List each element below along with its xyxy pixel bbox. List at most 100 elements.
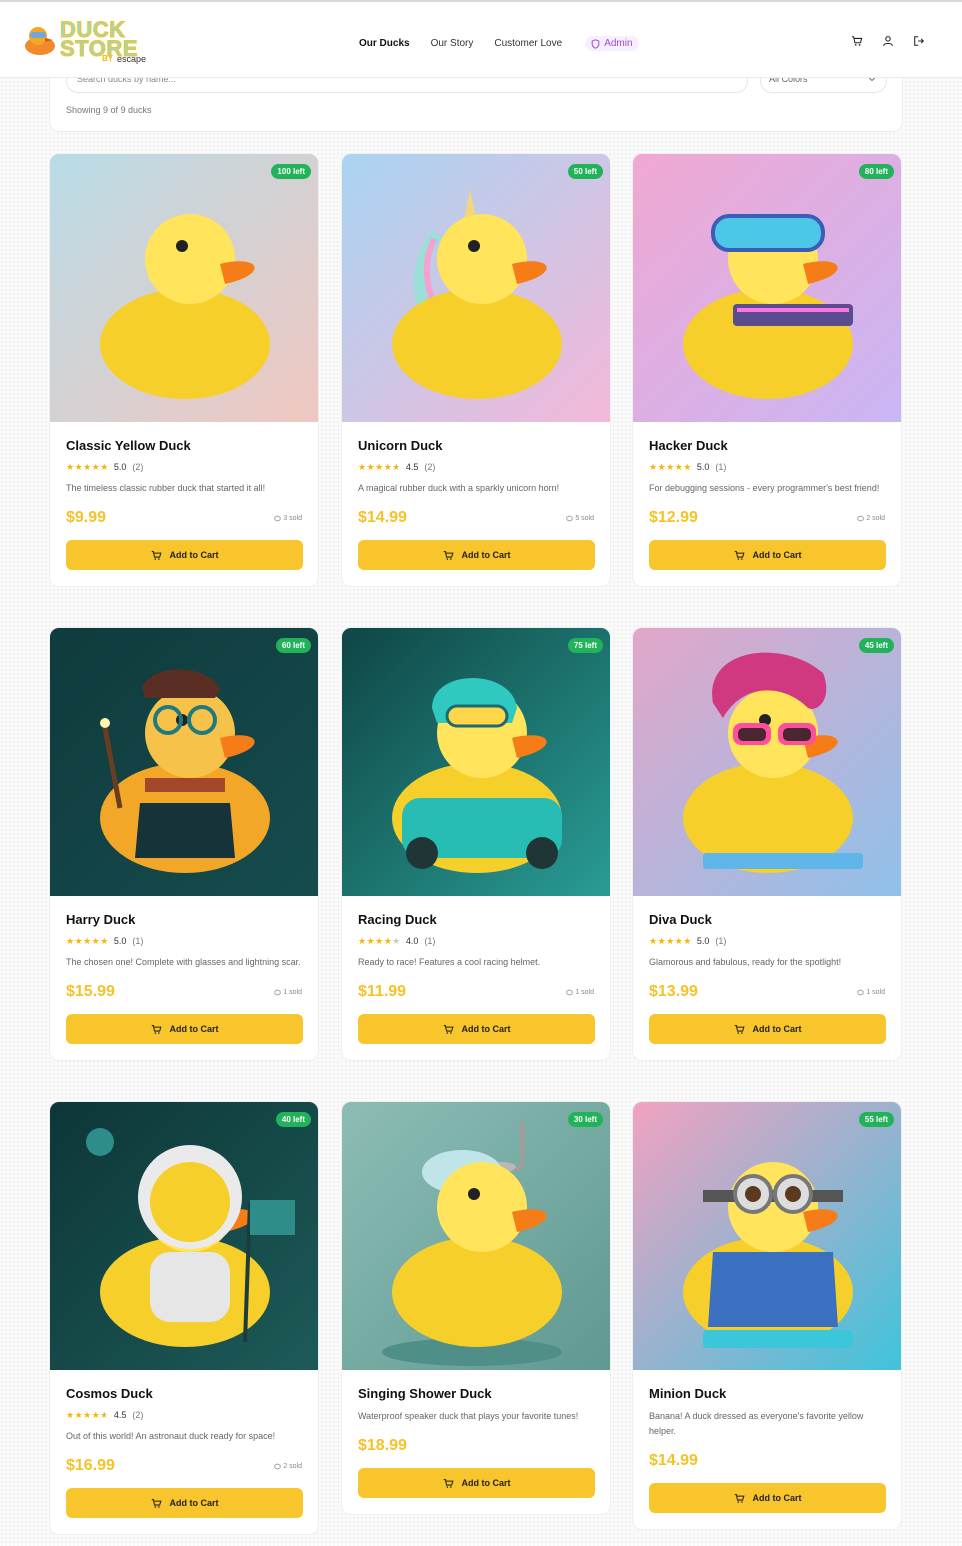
rating-value: 4.5 — [113, 1410, 127, 1420]
price-row: $12.99 2 sold — [649, 508, 885, 528]
nav-admin[interactable]: Admin — [585, 36, 639, 51]
add-to-cart-button[interactable]: Add to Cart — [649, 1014, 886, 1044]
product-info: Unicorn Duck ★★★★★★ 4.5 (2) A magical rubber… — [342, 422, 610, 586]
product-image[interactable]: 100 left — [50, 154, 318, 422]
logo-by-label: BY — [102, 54, 114, 63]
product-rating: ★★★★★ 4.0 (1) — [358, 935, 594, 947]
add-to-cart-label: Add to Cart — [752, 1024, 802, 1034]
rating-value: 5.0 — [696, 462, 710, 472]
sold-count: 5 sold — [566, 515, 594, 522]
star-rating-icon: ★★★★★ — [649, 935, 692, 946]
product-info: Singing Shower Duck Waterproof speaker du… — [342, 1370, 610, 1514]
product-image[interactable]: 50 left — [342, 154, 610, 422]
box-icon — [857, 988, 864, 996]
add-to-cart-button[interactable]: Add to Cart — [66, 1014, 303, 1044]
add-to-cart-button[interactable]: Add to Cart — [358, 540, 595, 570]
cart-icon — [734, 550, 745, 560]
rating-value: 5.0 — [113, 936, 127, 946]
rating-value: 4.5 — [405, 462, 419, 472]
price-row: $14.99 5 sold — [358, 508, 594, 528]
product-image[interactable]: 40 left — [50, 1102, 318, 1370]
logout-icon[interactable] — [912, 34, 926, 48]
nav-our-story[interactable]: Our Story — [431, 38, 474, 49]
product-price: $14.99 — [358, 509, 407, 526]
star-rating-icon: ★★★★★ — [66, 461, 109, 472]
product-name[interactable]: Harry Duck — [66, 912, 302, 927]
add-to-cart-button[interactable]: Add to Cart — [649, 540, 886, 570]
price-row: $14.99 — [649, 1451, 885, 1471]
cart-icon — [734, 1493, 745, 1503]
product-name[interactable]: Unicorn Duck — [358, 438, 594, 453]
add-to-cart-label: Add to Cart — [461, 1478, 511, 1488]
add-to-cart-button[interactable]: Add to Cart — [358, 1014, 595, 1044]
nav-admin-label: Admin — [604, 38, 633, 49]
stock-badge: 60 left — [275, 638, 311, 653]
review-count: (1) — [132, 936, 144, 946]
product-image[interactable]: 75 left — [342, 628, 610, 896]
box-icon — [566, 514, 573, 522]
duck-store-logo[interactable]: DUCK STORE BY escape — [22, 18, 162, 66]
product-price: $13.99 — [649, 983, 698, 1000]
product-image[interactable]: 45 left — [633, 628, 901, 896]
product-name[interactable]: Hacker Duck — [649, 438, 885, 453]
product-name[interactable]: Racing Duck — [358, 912, 594, 927]
star-rating-icon: ★★★★★★ — [66, 1409, 109, 1420]
product-info: Minion Duck Banana! A duck dressed as eve… — [633, 1370, 901, 1529]
sold-count: 3 sold — [274, 515, 302, 522]
product-name[interactable]: Classic Yellow Duck — [66, 438, 302, 453]
add-to-cart-button[interactable]: Add to Cart — [649, 1483, 886, 1513]
product-info: Harry Duck ★★★★★ 5.0 (1) The chosen one! Com… — [50, 896, 318, 1060]
product-name[interactable]: Cosmos Duck — [66, 1386, 302, 1401]
stock-badge: 75 left — [567, 638, 603, 653]
cart-icon — [151, 1024, 162, 1034]
product-card[interactable]: 80 left Hacker Duck ★★★★★ 5.0 (1) For debuggi… — [632, 153, 902, 587]
rating-value: 5.0 — [113, 462, 127, 472]
main-nav: Our Ducks Our Story Customer Love Admin — [359, 36, 639, 51]
product-name[interactable]: Diva Duck — [649, 912, 885, 927]
product-card[interactable]: 100 left Classic Yellow Duck ★★★★★ 5.0 (2) Th… — [49, 153, 319, 587]
add-to-cart-label: Add to Cart — [461, 1024, 511, 1034]
product-image[interactable]: 80 left — [633, 154, 901, 422]
cart-icon[interactable] — [850, 34, 864, 48]
cart-icon — [151, 550, 162, 560]
add-to-cart-button[interactable]: Add to Cart — [66, 540, 303, 570]
header-actions — [850, 34, 926, 48]
stock-badge: 50 left — [567, 164, 603, 179]
price-row: $13.99 1 sold — [649, 982, 885, 1002]
product-card[interactable]: 60 left Harry Duck ★★★★★ 5.0 (1) The chosen o… — [49, 627, 319, 1061]
product-info: Hacker Duck ★★★★★ 5.0 (1) For debugging sess… — [633, 422, 901, 586]
product-card[interactable]: 55 left Minion Duck Banana! A duck dressed… — [632, 1101, 902, 1530]
price-row: $15.99 1 sold — [66, 982, 302, 1002]
review-count: (2) — [132, 462, 144, 472]
product-description: Banana! A duck dressed as everyone's fav… — [649, 1411, 864, 1436]
add-to-cart-button[interactable]: Add to Cart — [358, 1468, 595, 1498]
product-card[interactable]: 45 left Diva Duck ★★★★★ 5.0 (1) Glamorous and… — [632, 627, 902, 1061]
stock-badge: 55 left — [858, 1112, 894, 1127]
product-name[interactable]: Singing Shower Duck — [358, 1386, 594, 1401]
product-name[interactable]: Minion Duck — [649, 1386, 885, 1401]
product-card[interactable]: 50 left Unicorn Duck ★★★★★★ 4.5 (2) A magical… — [341, 153, 611, 587]
review-count: (1) — [715, 936, 727, 946]
product-card[interactable]: 30 left Singing Shower Duck Waterproof spe… — [341, 1101, 611, 1515]
product-rating: ★★★★★★ 4.5 (2) — [66, 1409, 302, 1421]
product-card[interactable]: 40 left Cosmos Duck ★★★★★★ 4.5 (2) Out of thi… — [49, 1101, 319, 1535]
product-card[interactable]: 75 left Racing Duck ★★★★★ 4.0 (1) Ready to ra… — [341, 627, 611, 1061]
product-image[interactable]: 60 left — [50, 628, 318, 896]
product-price: $18.99 — [358, 1437, 407, 1454]
product-description: The chosen one! Complete with glasses an… — [66, 957, 301, 967]
rating-value: 4.0 — [405, 936, 419, 946]
add-to-cart-label: Add to Cart — [169, 550, 219, 560]
nav-our-ducks[interactable]: Our Ducks — [359, 38, 410, 49]
user-icon[interactable] — [881, 34, 895, 48]
product-price: $16.99 — [66, 1457, 115, 1474]
add-to-cart-button[interactable]: Add to Cart — [66, 1488, 303, 1518]
star-rating-icon: ★★★★★★ — [358, 461, 401, 472]
product-image[interactable]: 55 left — [633, 1102, 901, 1370]
nav-customer-love[interactable]: Customer Love — [494, 38, 562, 49]
rating-value: 5.0 — [696, 936, 710, 946]
sold-count: 1 sold — [857, 989, 885, 996]
product-image[interactable]: 30 left — [342, 1102, 610, 1370]
product-price: $14.99 — [649, 1452, 698, 1469]
price-row: $16.99 2 sold — [66, 1456, 302, 1476]
review-count: (1) — [424, 936, 436, 946]
